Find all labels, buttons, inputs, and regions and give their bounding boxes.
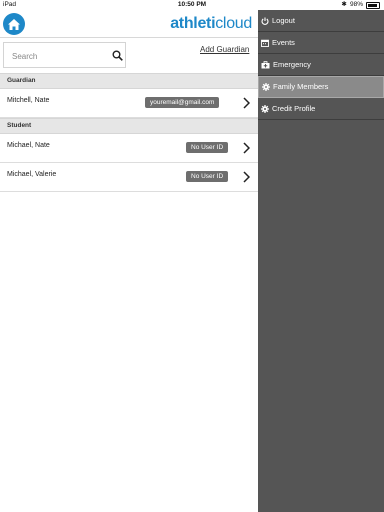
chevron-right-icon[interactable] [243, 142, 250, 154]
add-guardian-link[interactable]: Add Guardian [200, 45, 249, 54]
brand-logo: athleticloud [170, 15, 252, 33]
app-header: athleticloud [0, 10, 258, 38]
side-menu: Logout Events Emergency Family Members C… [258, 10, 384, 512]
medkit-icon [261, 60, 270, 68]
home-button[interactable] [3, 13, 25, 35]
menu-item-emergency[interactable]: Emergency [258, 54, 384, 76]
brand-logo-light: cloud [215, 15, 252, 32]
gear-icon [261, 104, 269, 113]
menu-item-label: Logout [272, 15, 295, 25]
header-divider [0, 37, 258, 38]
list-item-student[interactable]: Michael, Nate No User ID [0, 134, 258, 163]
email-badge: youremail@gmail.com [145, 97, 220, 108]
status-bar: iPad 10:50 PM ✱ 98% [0, 0, 384, 10]
member-name: Michael, Valerie [7, 171, 57, 178]
menu-item-credit-profile[interactable]: Credit Profile [258, 98, 384, 120]
power-icon [261, 17, 269, 25]
search-box [3, 42, 126, 68]
battery-icon [366, 1, 380, 9]
menu-item-events[interactable]: Events [258, 32, 384, 54]
search-icon[interactable] [112, 50, 123, 61]
calendar-icon [261, 39, 269, 47]
list-item-student[interactable]: Michael, Valerie No User ID [0, 163, 258, 192]
battery-label: 98% [349, 1, 363, 8]
list-item-guardian[interactable]: Mitchell, Nate youremail@gmail.com [0, 89, 258, 118]
status-right: ✱ 98% [342, 0, 380, 10]
menu-item-label: Credit Profile [272, 103, 316, 113]
chevron-right-icon[interactable] [243, 97, 250, 109]
menu-item-logout[interactable]: Logout [258, 10, 384, 32]
gear-icon [262, 83, 270, 91]
menu-item-label: Events [272, 37, 295, 47]
status-badge: No User ID [186, 171, 229, 182]
menu-item-family-members[interactable]: Family Members [258, 76, 384, 98]
home-icon [8, 18, 20, 30]
empty-content-area [0, 193, 258, 512]
menu-item-label: Family Members [273, 82, 329, 91]
section-header-student: Student [0, 118, 258, 134]
section-header-guardian: Guardian [0, 73, 258, 89]
brand-logo-bold: athleti [170, 15, 216, 32]
member-name: Michael, Nate [7, 142, 50, 149]
bluetooth-icon: ✱ [341, 1, 347, 8]
search-input[interactable] [10, 48, 110, 64]
menu-item-label: Emergency [273, 59, 311, 69]
chevron-right-icon[interactable] [243, 171, 250, 183]
status-time: 10:50 PM [177, 1, 207, 8]
status-badge: No User ID [186, 142, 229, 153]
member-name: Mitchell, Nate [7, 97, 50, 104]
